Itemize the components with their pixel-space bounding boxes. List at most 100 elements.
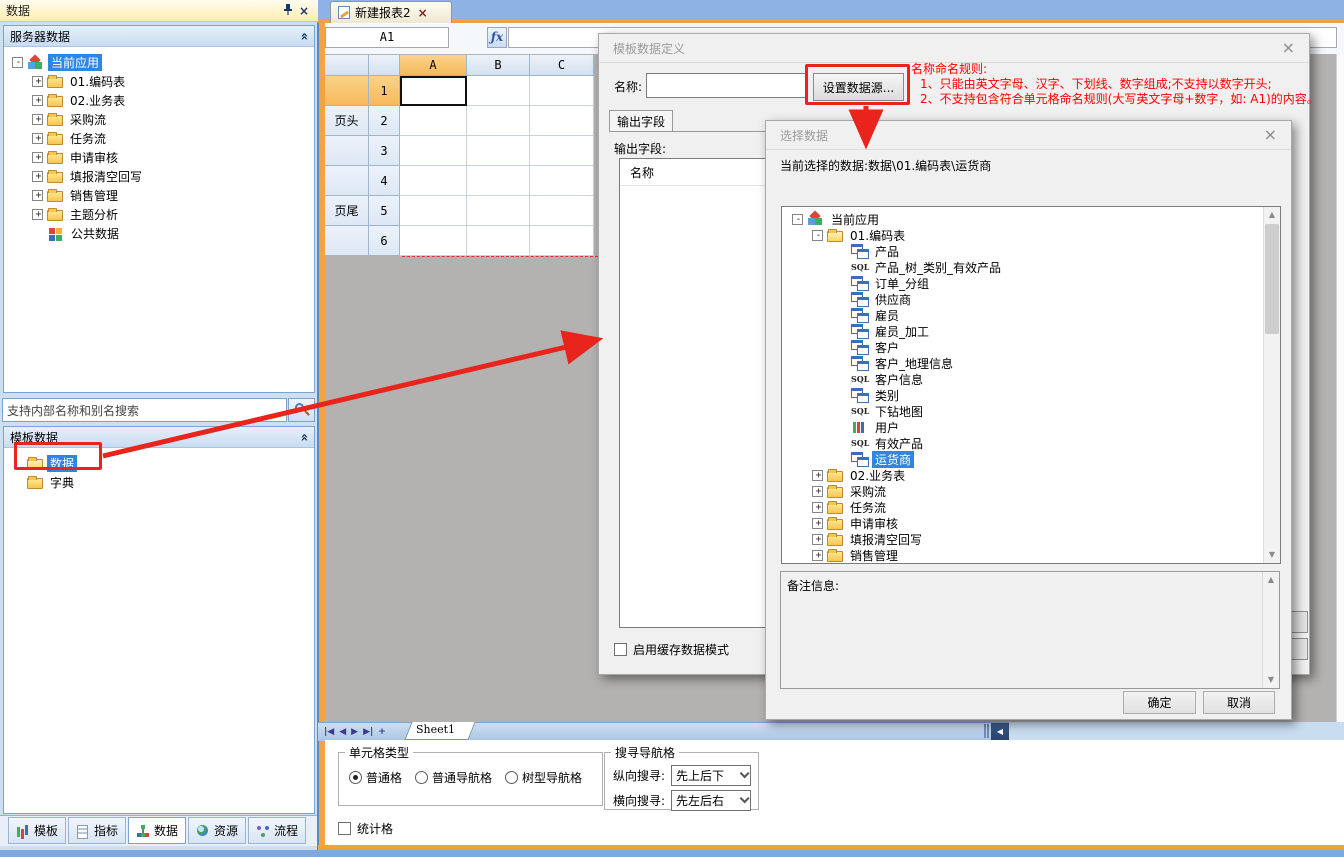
sheet-cell[interactable] <box>530 136 594 166</box>
expander-icon[interactable] <box>32 133 43 144</box>
checkbox-icon[interactable] <box>614 643 627 656</box>
vertical-search-select[interactable]: 先上后下 <box>671 765 751 786</box>
sheet-nav-button[interactable]: + <box>378 727 386 737</box>
hscroll-left-button[interactable]: ◀ <box>991 723 1009 740</box>
sheet-tab-label[interactable]: Sheet1 <box>416 723 455 736</box>
server-tree-item[interactable]: 公共数据 <box>6 224 312 243</box>
sheet-cell[interactable] <box>400 166 467 196</box>
expander-icon[interactable] <box>812 230 823 241</box>
data-tree-item[interactable]: 客户 <box>786 339 1280 355</box>
data-tree-item[interactable]: 产品 <box>786 243 1280 259</box>
output-fields-tab[interactable]: 输出字段 <box>609 110 673 132</box>
server-tree-item[interactable]: 01.编码表 <box>6 72 312 91</box>
panel-tab[interactable]: 资源 <box>188 817 246 844</box>
expander-icon[interactable] <box>32 171 43 182</box>
row-number-header[interactable]: 3 <box>369 136 400 166</box>
cell-type-radio[interactable]: 树型导航格 <box>505 769 582 786</box>
panel-tab[interactable]: 模板 <box>8 817 66 844</box>
collapse-icon[interactable]: « <box>296 32 311 40</box>
server-tree-item[interactable]: 主题分析 <box>6 205 312 224</box>
fx-button[interactable]: ƒx <box>487 27 507 48</box>
sheet-cell[interactable] <box>530 226 594 256</box>
corner-cell[interactable] <box>325 55 369 76</box>
notes-textarea[interactable]: 备注信息: ▲ ▼ <box>780 571 1280 689</box>
sheet-cell[interactable] <box>467 76 530 106</box>
cell-type-radio[interactable]: 普通格 <box>349 769 402 786</box>
data-tree-item[interactable]: 供应商 <box>786 291 1280 307</box>
expander-icon[interactable] <box>836 246 847 257</box>
column-header[interactable]: A <box>400 55 467 76</box>
expander-icon[interactable] <box>836 358 847 369</box>
data-tree-item[interactable]: 申请审核 <box>786 515 1280 531</box>
sheet-cell[interactable] <box>530 106 594 136</box>
expander-icon[interactable] <box>836 262 847 273</box>
cell-reference-box[interactable]: A1 <box>325 27 449 48</box>
sheet-nav-button[interactable]: ▶ <box>351 727 358 737</box>
document-tab[interactable]: 新建报表2 × <box>330 1 452 23</box>
cache-mode-checkbox[interactable]: 启用缓存数据模式 <box>614 641 729 658</box>
row-group-header[interactable]: 页头 <box>325 106 369 136</box>
stat-cell-checkbox[interactable]: 统计格 <box>338 820 393 837</box>
sheet-nav-button[interactable]: |◀ <box>324 727 334 737</box>
sheet-cell[interactable] <box>467 136 530 166</box>
expander-icon[interactable] <box>836 326 847 337</box>
scroll-up-icon[interactable]: ▲ <box>1264 207 1280 223</box>
expander-icon[interactable] <box>836 374 847 385</box>
data-tree-item[interactable]: 客户_地理信息 <box>786 355 1280 371</box>
data-tree-item[interactable]: 当前应用 <box>786 211 1280 227</box>
radio-icon[interactable] <box>349 771 362 784</box>
expander-icon[interactable] <box>32 190 43 201</box>
row-group-header[interactable] <box>325 76 369 106</box>
data-tree-item[interactable]: 产品_树_类别_有效产品 <box>786 259 1280 275</box>
tab-close-icon[interactable]: × <box>418 6 428 20</box>
expander-icon[interactable] <box>836 342 847 353</box>
close-icon[interactable]: × <box>1264 127 1277 143</box>
data-tree-item[interactable]: 填报清空回写 <box>786 531 1280 547</box>
data-tree-item[interactable]: 用户 <box>786 419 1280 435</box>
ok-button[interactable]: 确定 <box>1123 691 1196 714</box>
expander-icon[interactable] <box>812 486 823 497</box>
expander-icon[interactable] <box>836 422 847 433</box>
row-number-header[interactable]: 6 <box>369 226 400 256</box>
notes-scrollbar[interactable]: ▲ ▼ <box>1262 572 1279 688</box>
expander-icon[interactable] <box>836 406 847 417</box>
expander-icon[interactable] <box>812 470 823 481</box>
server-tree-item[interactable]: 填报清空回写 <box>6 167 312 186</box>
radio-icon[interactable] <box>505 771 518 784</box>
sheet-cell[interactable] <box>530 76 594 106</box>
close-icon[interactable]: × <box>296 4 312 18</box>
sheet-cell[interactable] <box>400 106 467 136</box>
tree-scrollbar[interactable]: ▲ ▼ <box>1263 207 1280 563</box>
sheet-cell[interactable] <box>400 226 467 256</box>
row-number-header[interactable]: 5 <box>369 196 400 226</box>
data-tree-item[interactable]: 02.业务表 <box>786 467 1280 483</box>
data-tree-item[interactable]: 下钻地图 <box>786 403 1280 419</box>
collapse-icon[interactable]: « <box>296 433 311 441</box>
scroll-up-icon[interactable]: ▲ <box>1263 572 1279 588</box>
expander-icon[interactable] <box>812 534 823 545</box>
template-tree-item[interactable]: 字典 <box>6 473 312 492</box>
row-number-header[interactable]: 1 <box>369 76 400 106</box>
sheet-cell[interactable] <box>530 196 594 226</box>
pin-icon[interactable] <box>280 4 296 18</box>
expander-icon[interactable] <box>32 209 43 220</box>
expander-icon[interactable] <box>836 390 847 401</box>
server-tree-item[interactable]: 02.业务表 <box>6 91 312 110</box>
data-tree-item[interactable]: 运货商 <box>786 451 1280 467</box>
data-tree-item[interactable]: 销售管理 <box>786 547 1280 563</box>
data-tree-item[interactable]: 01.编码表 <box>786 227 1280 243</box>
scrollbar-splitter[interactable] <box>984 724 989 738</box>
expander-icon[interactable] <box>836 294 847 305</box>
sheet-cell[interactable] <box>467 196 530 226</box>
expander-icon[interactable] <box>12 57 23 68</box>
sheet-cell[interactable] <box>467 166 530 196</box>
expander-icon[interactable] <box>792 214 803 225</box>
sheet-cell[interactable] <box>400 136 467 166</box>
panel-tab[interactable]: 数据 <box>128 817 186 844</box>
checkbox-icon[interactable] <box>338 822 351 835</box>
scrollbar-thumb[interactable] <box>1265 224 1279 334</box>
data-tree-item[interactable]: 采购流 <box>786 483 1280 499</box>
row-group-header[interactable]: 页尾 <box>325 196 369 226</box>
server-tree-item[interactable]: 采购流 <box>6 110 312 129</box>
set-datasource-button[interactable]: 设置数据源... <box>813 73 904 101</box>
